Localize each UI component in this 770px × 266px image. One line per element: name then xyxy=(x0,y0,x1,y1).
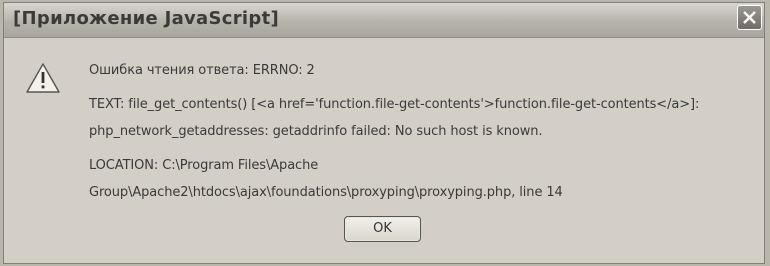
ok-button[interactable]: OK xyxy=(344,216,421,242)
dialog-body: Ошибка чтения ответа: ERRNO: 2 TEXT: fil… xyxy=(4,38,764,263)
error-text-line-continued: php_network_getaddresses: getaddrinfo fa… xyxy=(89,124,543,139)
javascript-alert-dialog: [Приложение JavaScript] Ошибка чтения от… xyxy=(3,2,765,264)
warning-icon xyxy=(26,63,60,93)
error-location-line-continued: Group\Apache2\htdocs\ajax\foundations\pr… xyxy=(89,185,563,200)
error-location-line: LOCATION: C:\Program Files\Apache xyxy=(89,158,319,173)
close-button[interactable] xyxy=(737,5,762,30)
error-message-line: Ошибка чтения ответа: ERRNO: 2 xyxy=(89,63,315,78)
error-text-line: TEXT: file_get_contents() [<a href='func… xyxy=(89,97,700,112)
close-icon xyxy=(743,11,756,24)
dialog-title: [Приложение JavaScript] xyxy=(13,8,280,29)
title-bar[interactable]: [Приложение JavaScript] xyxy=(4,3,764,38)
